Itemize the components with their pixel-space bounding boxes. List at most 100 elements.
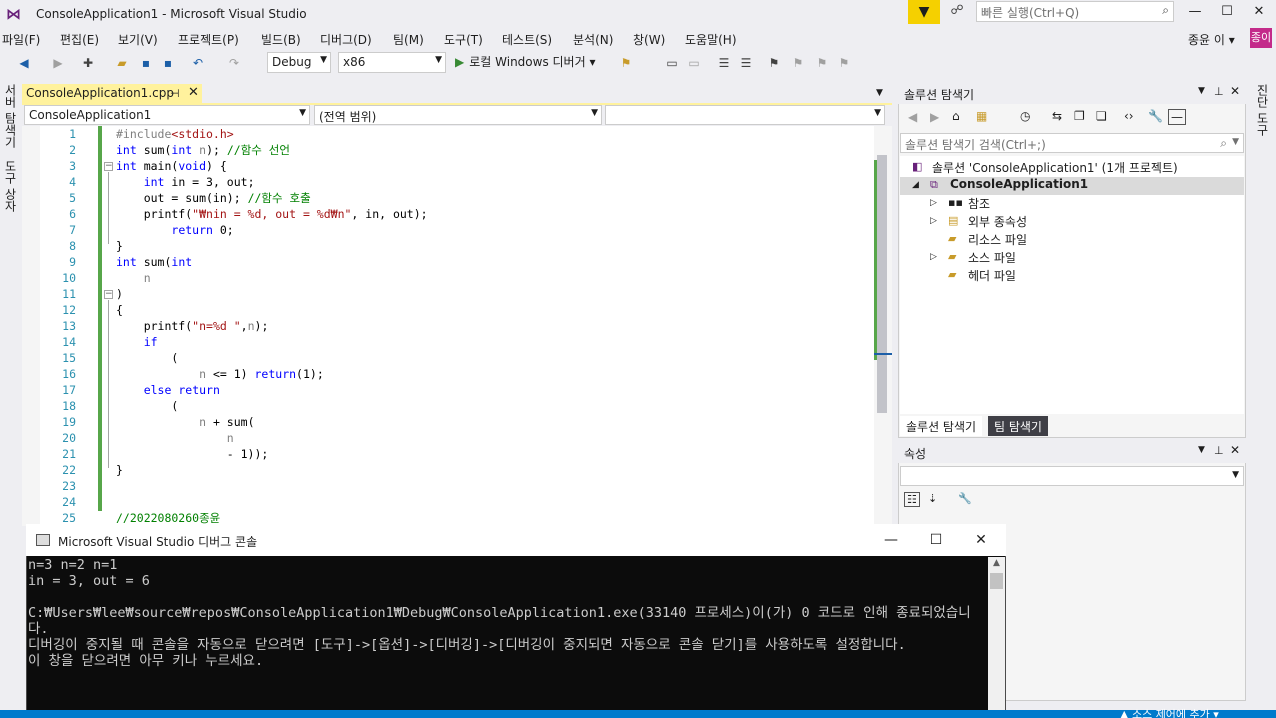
tab-team-explorer[interactable]: 팀 탐색기 [988,416,1048,436]
chevron-down-icon[interactable]: ▼ [1198,86,1205,96]
step-over-icon[interactable]: ▭ [686,55,702,71]
chevron-down-icon[interactable]: ▼ [876,88,883,98]
preview-icon[interactable]: — [1168,109,1186,125]
solution-explorer-search-input[interactable]: 솔루션 탐색기 검색(Ctrl+;) ⌕ ▼ [900,133,1244,153]
code-line[interactable]: printf("n=%d ",n); [116,318,269,334]
collapse-all-icon[interactable]: ❐ [1074,109,1085,123]
next-bookmark-icon[interactable]: ⚑ [814,55,830,71]
tree-item-source-files[interactable]: 소스 파일 [968,249,1016,266]
chevron-down-icon[interactable]: ▼ [1198,445,1205,455]
bookmark-icon[interactable]: ⚑ [766,55,782,71]
close-tab-icon[interactable]: ✕ [188,85,199,100]
code-line[interactable]: } [116,462,123,478]
pin-icon[interactable]: ⊥ [1214,85,1224,98]
minimize-button[interactable]: — [1178,0,1212,24]
menu-debug[interactable]: 디버그(D) [320,31,372,48]
menu-project[interactable]: 프로젝트(P) [178,31,239,48]
pin-icon[interactable]: ⊥ [1214,444,1224,457]
maximize-button[interactable]: ☐ [1210,0,1244,24]
solution-platform-select[interactable]: x86 ▼ [338,52,446,73]
server-explorer-tab[interactable]: 서버 탐색기 [2,84,19,148]
redo-icon[interactable]: ↷ [226,55,242,71]
new-project-icon[interactable]: ✚ [80,55,96,71]
tree-item-references[interactable]: 참조 [968,195,990,212]
tree-item-external-dependencies[interactable]: 외부 종속성 [968,213,1027,230]
code-line[interactable]: n + sum( [116,414,254,430]
console-close-button[interactable]: ✕ [958,524,1004,556]
scroll-up-icon[interactable]: ▲ [988,558,1005,572]
notification-filter-icon[interactable]: ▼ [908,0,940,24]
code-line[interactable]: printf("₩nin = %d, out = %d₩n", in, out)… [116,206,428,222]
pin-icon[interactable]: ⊣ [170,87,180,100]
navigate-forward-icon[interactable]: ▶ [50,55,66,71]
menu-analyze[interactable]: 분석(N) [573,31,613,48]
menu-view[interactable]: 보기(V) [118,31,158,48]
code-line[interactable]: n [116,270,151,286]
comment-icon[interactable]: ☰ [716,55,732,71]
undo-icon[interactable]: ↶ [190,55,206,71]
account-name[interactable]: 종윤 이 ▾ [1188,31,1235,48]
code-line[interactable]: ( [116,350,178,366]
code-line[interactable]: #include<stdio.h> [116,126,234,142]
code-line[interactable]: ) [116,286,123,302]
console-scrollbar-thumb[interactable] [990,573,1003,589]
code-line[interactable]: else return [116,382,220,398]
expanded-arrow-icon[interactable]: ◢ [912,180,919,190]
menu-tools[interactable]: 도구(T) [444,31,483,48]
code-line[interactable]: int in = 3, out; [116,174,255,190]
collapse-icon[interactable]: − [104,162,113,171]
menu-file[interactable]: 파일(F) [2,31,40,48]
toolbox-tab[interactable]: 도구 상자 [2,160,19,212]
tree-item-header-files[interactable]: 헤더 파일 [968,267,1016,284]
view-code-icon[interactable]: ‹› [1124,109,1134,123]
console-minimize-button[interactable]: — [868,524,914,556]
properties-icon[interactable]: 🔧 [1148,109,1163,123]
tree-item-resource-files[interactable]: 리소스 파일 [968,231,1027,248]
forward-icon[interactable]: ▶ [930,110,939,124]
tab-solution-explorer[interactable]: 솔루션 탐색기 [900,416,983,436]
back-icon[interactable]: ◀ [908,110,917,124]
tree-item-project[interactable]: ConsoleApplication1 [950,177,1088,191]
code-line[interactable]: n <= 1) return(1); [116,366,324,382]
code-line[interactable]: ( [116,398,178,414]
avatar[interactable]: 종이 [1250,28,1272,48]
add-to-source-control-button[interactable]: ▲ 소스 제어에 추가 ▾ [1120,706,1219,718]
menu-window[interactable]: 창(W) [633,31,665,48]
code-line[interactable]: n [116,430,234,446]
close-icon[interactable]: ✕ [1230,443,1240,457]
menu-help[interactable]: 도움말(H) [685,31,737,48]
categorized-icon[interactable]: ☷ [904,492,920,507]
code-line[interactable]: { [116,302,123,318]
switch-views-icon[interactable]: ▦ [976,109,987,123]
prev-bookmark-icon[interactable]: ⚑ [790,55,806,71]
clear-bookmarks-icon[interactable]: ⚑ [836,55,852,71]
code-line[interactable]: int sum(int [116,254,192,270]
pending-changes-icon[interactable]: ◷ [1020,109,1030,123]
home-icon[interactable]: ⌂ [952,109,960,123]
chevron-down-icon[interactable]: ▼ [1232,137,1239,147]
code-line[interactable]: if [116,334,158,350]
menu-test[interactable]: 테스트(S) [502,31,552,48]
step-icon[interactable]: ▭ [664,55,680,71]
diagnostic-tools-tab[interactable]: 진단 도구 [1254,84,1271,136]
feedback-icon[interactable]: ☍ [948,3,966,21]
alphabetical-icon[interactable]: ⇣ [928,492,937,505]
solution-configuration-select[interactable]: Debug ▼ [267,52,331,73]
show-all-files-icon[interactable]: ❏ [1096,109,1107,123]
menu-team[interactable]: 팀(M) [393,31,424,48]
console-maximize-button[interactable]: ☐ [913,524,959,556]
save-icon[interactable]: ▪ [138,55,154,71]
code-line[interactable]: int main(void) { [116,158,227,174]
close-button[interactable]: ✕ [1242,0,1276,24]
find-in-files-icon[interactable]: ⚑ [618,55,634,71]
collapse-icon[interactable]: − [104,290,113,299]
code-editor[interactable]: − − 1 #include<stdio.h> 2 int sum(int n); /… [22,126,874,526]
code-line[interactable]: } [116,238,123,254]
open-file-icon[interactable]: ▰ [114,55,130,71]
save-all-icon[interactable]: ▪ [160,55,176,71]
code-line[interactable]: out = sum(in); //함수 호출 [116,190,311,206]
collapsed-arrow-icon[interactable]: ▷ [930,252,937,262]
scope-navigation-select[interactable]: (전역 범위) ▼ [314,105,602,125]
sync-icon[interactable]: ⇆ [1052,109,1062,123]
menu-edit[interactable]: 편집(E) [60,31,99,48]
